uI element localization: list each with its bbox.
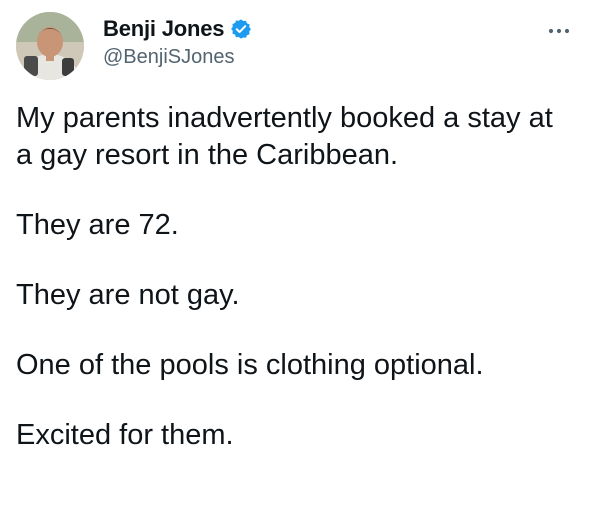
verified-badge-icon <box>230 18 252 40</box>
tweet-header: Benji Jones @BenjiSJones <box>16 10 574 84</box>
tweet-text: My parents inadvertently booked a stay a… <box>16 100 574 487</box>
avatar-photo <box>16 12 84 80</box>
tweet-paragraph: They are 72. <box>16 209 179 241</box>
tweet-card: Benji Jones @BenjiSJones My parents inad… <box>0 0 590 515</box>
tweet-paragraph: One of the pools is clothing optional. <box>16 349 484 381</box>
tweet-paragraph: My parents inadvertently booked a stay a… <box>16 102 553 171</box>
more-options-icon <box>548 28 570 34</box>
display-name[interactable]: Benji Jones <box>103 16 224 42</box>
handle[interactable]: @BenjiSJones <box>103 46 252 69</box>
tweet-paragraph: Excited for them. <box>16 419 234 451</box>
tweet-paragraph: They are not gay. <box>16 279 240 311</box>
author-names: Benji Jones @BenjiSJones <box>103 16 252 69</box>
avatar[interactable] <box>16 12 84 80</box>
more-options-button[interactable] <box>544 22 574 40</box>
display-name-row: Benji Jones <box>103 16 252 42</box>
